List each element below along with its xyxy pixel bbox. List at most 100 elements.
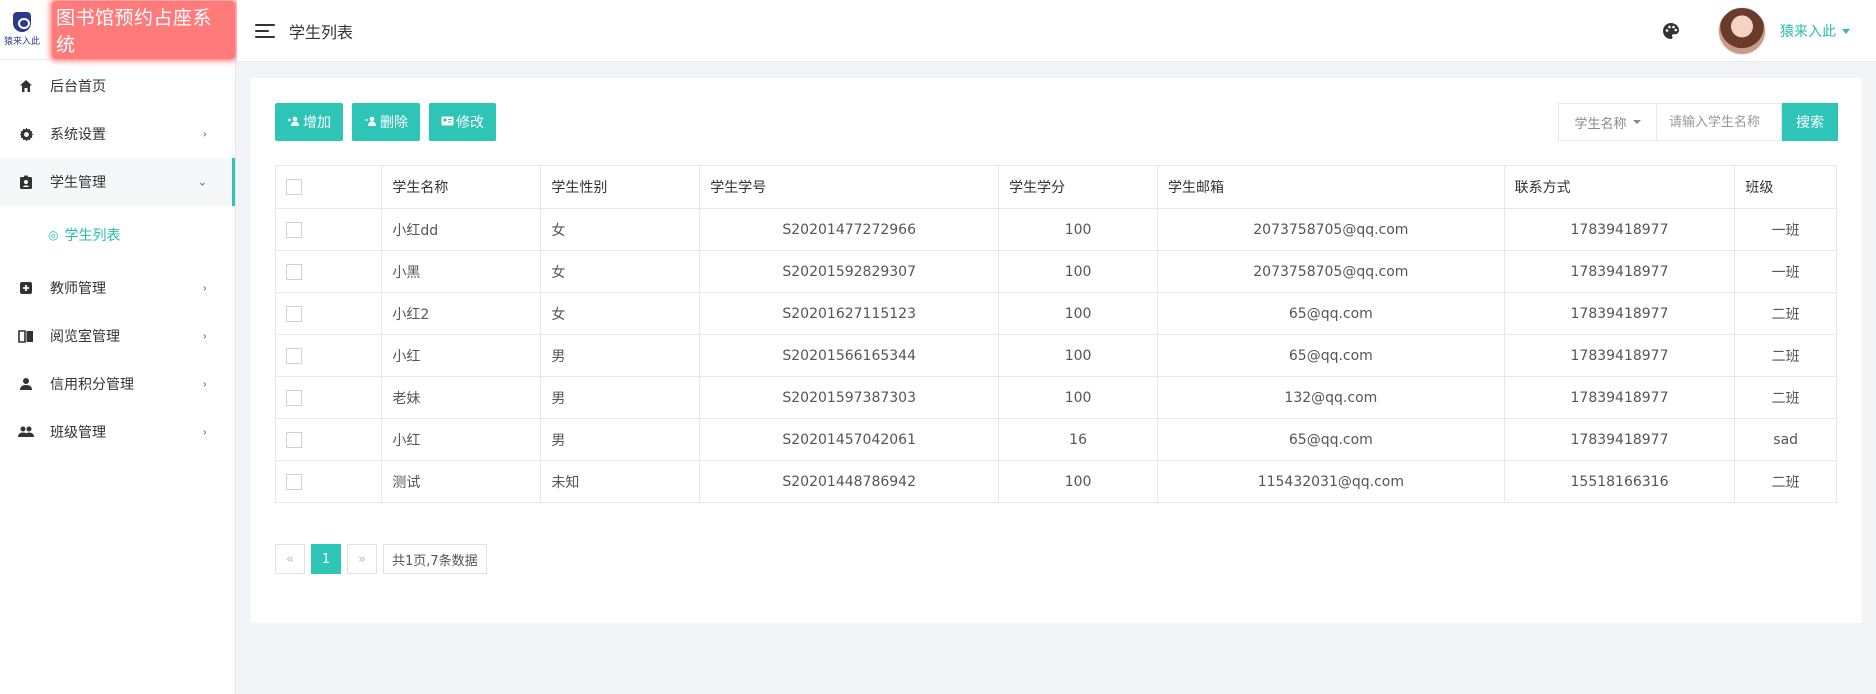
sidebar-item-credit-points-management[interactable]: 信用积分管理 › <box>0 360 235 408</box>
add-button[interactable]: 增加 <box>275 103 343 141</box>
add-user-icon <box>287 116 301 129</box>
column-header-class: 班级 <box>1734 165 1837 209</box>
column-header-student-id: 学生学号 <box>699 165 1000 209</box>
table-cell: 女 <box>540 292 701 335</box>
content-card: 增加 删除 修改 学生名称 搜索 学 <box>251 78 1862 623</box>
table-cell: 15518166316 <box>1503 460 1736 503</box>
delete-button[interactable]: 删除 <box>352 103 420 141</box>
avatar[interactable] <box>1718 7 1766 55</box>
edit-button-label: 修改 <box>456 115 484 131</box>
table-row[interactable]: 小红dd 女 S20201477272966 100 2073758705@qq.com… <box>274 208 1837 251</box>
table-row[interactable]: 测试 未知 S20201448786942 100 115432031@qq.com 15… <box>274 460 1837 503</box>
row-checkbox[interactable] <box>286 431 302 448</box>
prev-page-button[interactable]: « <box>275 544 305 574</box>
sidebar-item-reading-room-management[interactable]: 阅览室管理 › <box>0 312 235 360</box>
row-checkbox[interactable] <box>286 221 302 238</box>
sidebar-item-student-management[interactable]: 学生管理 ⌄ <box>0 158 235 206</box>
page-title: 学生列表 <box>289 22 354 42</box>
table-cell: 二班 <box>1734 292 1837 335</box>
table-cell: S20201627115123 <box>699 292 1000 335</box>
table-row[interactable]: 老妹男 S20201597387303 100 132@qq.com 178394189… <box>274 376 1837 419</box>
delete-button-label: 删除 <box>380 115 408 131</box>
sidebar-item-label: 信用积分管理 <box>50 377 134 393</box>
table-cell: S20201566165344 <box>699 334 1000 377</box>
table-cell: 女 <box>540 250 701 293</box>
palette-icon[interactable] <box>1662 22 1680 40</box>
table-cell: 小红2 <box>381 292 542 335</box>
next-page-button[interactable]: » <box>347 544 377 574</box>
row-checkbox-cell[interactable] <box>274 376 383 419</box>
table-cell: 17839418977 <box>1503 376 1736 419</box>
sidebar-subitem-label: 学生列表 <box>64 228 121 244</box>
brand[interactable]: 猿来入此 图书馆预约占座系统 <box>0 0 235 60</box>
row-checkbox-cell[interactable] <box>274 460 383 503</box>
table-cell: 100 <box>998 292 1159 335</box>
sidebar-item-system-settings[interactable]: 系统设置 › <box>0 110 235 158</box>
select-all-cell[interactable] <box>274 165 383 209</box>
row-checkbox-cell[interactable] <box>274 250 383 293</box>
row-checkbox[interactable] <box>286 347 302 364</box>
caret-down-icon[interactable] <box>1842 28 1850 34</box>
table-cell: 女 <box>540 208 701 251</box>
table-cell: 17839418977 <box>1503 292 1736 335</box>
caret-down-icon <box>1632 120 1641 124</box>
user-icon <box>18 376 34 392</box>
search-field-select[interactable]: 学生名称 <box>1558 103 1656 141</box>
sidebar-menu: 后台首页 系统设置 › 学生管理 ⌄ ◎ 学生列表 教师管理 › 阅览室管理 ›… <box>0 62 235 456</box>
table-cell: 小红 <box>381 334 542 377</box>
table-cell: 16 <box>998 418 1159 461</box>
page-number-button[interactable]: 1 <box>311 544 341 574</box>
sidebar-item-label: 教师管理 <box>50 281 106 297</box>
search-box: 学生名称 搜索 <box>1558 103 1838 141</box>
search-input[interactable] <box>1656 103 1782 141</box>
table-cell: 二班 <box>1734 460 1837 503</box>
sidebar-item-class-management[interactable]: 班级管理 › <box>0 408 235 456</box>
table-row[interactable]: 小黑女 S20201592829307 100 2073758705@qq.com 17… <box>274 250 1837 293</box>
edit-button[interactable]: 修改 <box>429 103 496 141</box>
toolbar: 增加 删除 修改 <box>275 103 505 141</box>
header-right: 猿来入此 <box>1662 0 1876 62</box>
table-cell: sad <box>1734 418 1837 461</box>
table-row[interactable]: 小红男 S20201566165344 100 65@qq.com 1783941897… <box>274 334 1837 377</box>
table-row[interactable]: 小红2 女 S20201627115123 100 65@qq.com 178394189… <box>274 292 1837 335</box>
table-cell: 二班 <box>1734 334 1837 377</box>
row-checkbox[interactable] <box>286 389 302 406</box>
row-checkbox-cell[interactable] <box>274 418 383 461</box>
table-cell: 未知 <box>540 460 701 503</box>
row-checkbox[interactable] <box>286 305 302 322</box>
gear-icon <box>18 126 34 142</box>
sidebar-item-label: 班级管理 <box>50 425 106 441</box>
row-checkbox[interactable] <box>286 263 302 280</box>
column-header-gender: 学生性别 <box>540 165 701 209</box>
chevron-right-icon: › <box>202 377 207 391</box>
row-checkbox[interactable] <box>286 473 302 490</box>
sidebar-item-home[interactable]: 后台首页 <box>0 62 235 110</box>
menu-toggle-icon[interactable] <box>255 23 275 38</box>
row-checkbox-cell[interactable] <box>274 208 383 251</box>
sidebar-item-label: 后台首页 <box>50 79 106 95</box>
search-button[interactable]: 搜索 <box>1782 103 1838 141</box>
circle-icon: ◎ <box>48 228 59 242</box>
table-cell: 100 <box>998 250 1159 293</box>
username[interactable]: 猿来入此 <box>1780 21 1836 41</box>
table-cell: 老妹 <box>381 376 542 419</box>
table-cell: S20201597387303 <box>699 376 1000 419</box>
search-field-label: 学生名称 <box>1574 116 1627 132</box>
table-cell: 65@qq.com <box>1157 418 1505 461</box>
sidebar-subitem-student-list[interactable]: ◎ 学生列表 <box>0 206 235 264</box>
sidebar-item-teacher-management[interactable]: 教师管理 › <box>0 264 235 312</box>
table-row[interactable]: 小红男 S20201457042061 16 65@qq.com 17839418977… <box>274 418 1837 461</box>
table-cell: 100 <box>998 376 1159 419</box>
chevron-down-icon: ⌄ <box>197 175 207 189</box>
table-cell: 一班 <box>1734 250 1837 293</box>
row-checkbox-cell[interactable] <box>274 292 383 335</box>
row-checkbox-cell[interactable] <box>274 334 383 377</box>
table-cell: 小红 <box>381 418 542 461</box>
table-cell: 115432031@qq.com <box>1157 460 1505 503</box>
select-all-checkbox[interactable] <box>286 179 302 195</box>
column-header-phone: 联系方式 <box>1503 165 1736 209</box>
table-cell: S20201477272966 <box>699 208 1000 251</box>
book-icon <box>18 328 34 344</box>
table-cell: 2073758705@qq.com <box>1157 208 1505 251</box>
table-cell: 17839418977 <box>1503 334 1736 377</box>
